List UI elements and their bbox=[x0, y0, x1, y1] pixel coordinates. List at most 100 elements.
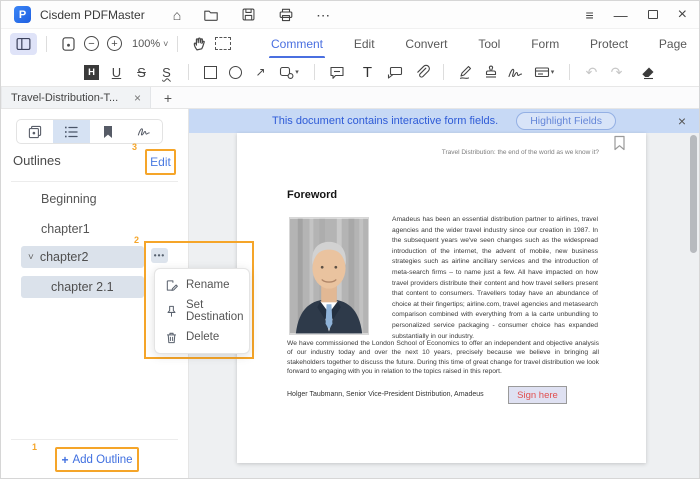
hand-tool-icon[interactable] bbox=[187, 35, 211, 52]
signature-tool-icon[interactable] bbox=[503, 65, 528, 80]
portrait-photo bbox=[289, 217, 369, 335]
tab-form[interactable]: Form bbox=[527, 37, 563, 51]
outline-item-chapter2[interactable]: ˅ chapter2 bbox=[21, 246, 144, 268]
shapes-tool-icon[interactable]: ▾ bbox=[273, 65, 305, 80]
vertical-scrollbar[interactable] bbox=[690, 135, 697, 253]
signature-byline: Holger Taubmann, Senior Vice-President D… bbox=[287, 391, 484, 398]
minimize-button[interactable]: — bbox=[614, 8, 628, 22]
pencil-tool-icon[interactable] bbox=[453, 64, 478, 80]
panel-title: Outlines bbox=[13, 153, 61, 168]
app-title: Cisdem PDFMaster bbox=[40, 7, 145, 22]
highlight-tool-icon[interactable]: H bbox=[79, 64, 104, 80]
add-outline-button[interactable]: Add Outline bbox=[72, 454, 132, 466]
app-menu-icon[interactable]: ≡ bbox=[585, 8, 593, 22]
print-icon[interactable] bbox=[278, 7, 294, 23]
edit-outline-annotation: Edit bbox=[145, 149, 176, 175]
undo-icon[interactable]: ↶ bbox=[579, 64, 604, 81]
app-logo-icon: P bbox=[14, 6, 31, 23]
menu-item-delete[interactable]: Delete bbox=[155, 324, 249, 350]
underline-tool-icon[interactable]: U bbox=[104, 65, 129, 80]
rectangle-tool-icon[interactable] bbox=[198, 65, 223, 79]
arrow-tool-icon[interactable]: ↗ bbox=[248, 65, 273, 79]
window-controls: ≡ — × bbox=[585, 6, 687, 23]
maximize-button[interactable] bbox=[647, 10, 658, 19]
app-window: P Cisdem PDFMaster ⌂ ⋯ ≡ — × − + 100% ˅ … bbox=[0, 0, 700, 479]
tab-edit[interactable]: Edit bbox=[350, 37, 379, 51]
notification-message: This document contains interactive form … bbox=[271, 115, 499, 127]
signatures-panel-icon[interactable] bbox=[126, 120, 162, 143]
note-comment-tool-icon[interactable] bbox=[324, 65, 349, 80]
zoom-in-button[interactable]: + bbox=[107, 36, 122, 51]
menu-item-label: Rename bbox=[186, 279, 230, 291]
divider bbox=[188, 64, 189, 80]
outline-item-label: chapter 2.1 bbox=[51, 280, 114, 294]
attachment-tool-icon[interactable] bbox=[409, 64, 434, 80]
rename-icon bbox=[165, 279, 178, 292]
open-folder-icon[interactable] bbox=[203, 7, 219, 23]
tab-page[interactable]: Page bbox=[655, 37, 691, 51]
redo-icon[interactable]: ↷ bbox=[604, 64, 629, 81]
signature-form-field[interactable]: Sign here bbox=[508, 386, 567, 404]
eraser-tool-icon[interactable] bbox=[635, 65, 660, 80]
pin-icon bbox=[165, 305, 178, 318]
outline-item-beginning[interactable]: Beginning bbox=[41, 192, 97, 206]
close-window-button[interactable]: × bbox=[678, 6, 687, 23]
strikethrough-tool-icon[interactable]: S bbox=[129, 65, 154, 80]
notification-close-icon[interactable]: × bbox=[678, 113, 686, 129]
trash-icon bbox=[165, 331, 178, 344]
pdf-page: Travel Distribution: the end of the worl… bbox=[237, 133, 646, 463]
page-bookmark-icon[interactable] bbox=[613, 135, 626, 151]
tab-comment[interactable]: Comment bbox=[267, 37, 327, 51]
add-outline-annotation: + Add Outline bbox=[55, 447, 139, 472]
tab-tool[interactable]: Tool bbox=[474, 37, 504, 51]
thumbnails-panel-icon[interactable] bbox=[17, 120, 53, 143]
menu-item-rename[interactable]: Rename bbox=[155, 272, 249, 298]
plus-icon: + bbox=[61, 452, 69, 467]
new-tab-button[interactable]: + bbox=[151, 87, 185, 108]
document-tab-bar: Travel-Distribution-T... × + bbox=[1, 87, 699, 109]
zoom-out-button[interactable]: − bbox=[84, 36, 99, 51]
callout-tool-icon[interactable] bbox=[382, 65, 407, 80]
outline-item-label: chapter2 bbox=[39, 250, 89, 264]
title-bar: P Cisdem PDFMaster ⌂ ⋯ ≡ — × bbox=[1, 1, 699, 29]
bookmarks-panel-icon[interactable] bbox=[90, 120, 126, 143]
document-viewer: This document contains interactive form … bbox=[189, 109, 699, 478]
running-header: Travel Distribution: the end of the worl… bbox=[441, 149, 599, 156]
ellipse-tool-icon[interactable] bbox=[223, 65, 248, 79]
tab-protect[interactable]: Protect bbox=[586, 37, 632, 51]
menu-item-set-destination[interactable]: Set Destination bbox=[155, 298, 249, 324]
zoom-level-value[interactable]: 100% bbox=[132, 38, 160, 50]
foreword-paragraph-1: Amadeus has been an essential distributi… bbox=[392, 216, 598, 340]
zoom-dropdown-icon[interactable]: ˅ bbox=[163, 39, 168, 49]
save-icon[interactable] bbox=[241, 7, 256, 22]
divider bbox=[443, 64, 444, 80]
outline-item-chapter1[interactable]: chapter1 bbox=[41, 222, 90, 236]
step-marker-1: 1 bbox=[32, 442, 38, 452]
divider bbox=[569, 64, 570, 80]
squiggly-tool-icon[interactable]: S bbox=[154, 65, 179, 80]
outline-item-chapter2-1[interactable]: chapter 2.1 bbox=[21, 276, 144, 298]
step-marker-3: 3 bbox=[132, 142, 138, 152]
panel-switcher bbox=[16, 119, 163, 144]
edit-outline-button[interactable]: Edit bbox=[150, 155, 171, 169]
outlines-panel-icon[interactable] bbox=[53, 120, 90, 143]
more-options-icon[interactable]: ⋯ bbox=[316, 8, 330, 22]
document-tab[interactable]: Travel-Distribution-T... × bbox=[1, 87, 151, 108]
chevron-down-icon[interactable]: ˅ bbox=[28, 252, 34, 263]
tab-convert[interactable]: Convert bbox=[401, 37, 451, 51]
divider bbox=[46, 35, 47, 52]
foreword-paragraph-2: We have commissioned the London School o… bbox=[287, 340, 599, 376]
titlebar-actions: ⌂ ⋯ bbox=[173, 7, 330, 23]
comment-toolbar: H U S S ↗ ▾ T ▾ ↶ ↷ bbox=[1, 58, 699, 87]
select-tool-icon[interactable] bbox=[211, 37, 235, 50]
tab-close-icon[interactable]: × bbox=[134, 91, 141, 105]
actual-size-icon[interactable] bbox=[56, 36, 80, 52]
form-fields-notification-bar: This document contains interactive form … bbox=[189, 109, 699, 133]
insert-lines-tool-icon[interactable]: ▾ bbox=[528, 65, 560, 79]
home-icon[interactable]: ⌂ bbox=[173, 8, 181, 22]
stamp-tool-icon[interactable] bbox=[478, 64, 503, 80]
highlight-fields-button[interactable]: Highlight Fields bbox=[516, 112, 616, 130]
sidebar-toggle-button[interactable] bbox=[10, 32, 37, 55]
text-tool-icon[interactable]: T bbox=[355, 64, 380, 81]
ribbon-tabs: Comment Edit Convert Tool Form Protect P… bbox=[267, 29, 691, 58]
